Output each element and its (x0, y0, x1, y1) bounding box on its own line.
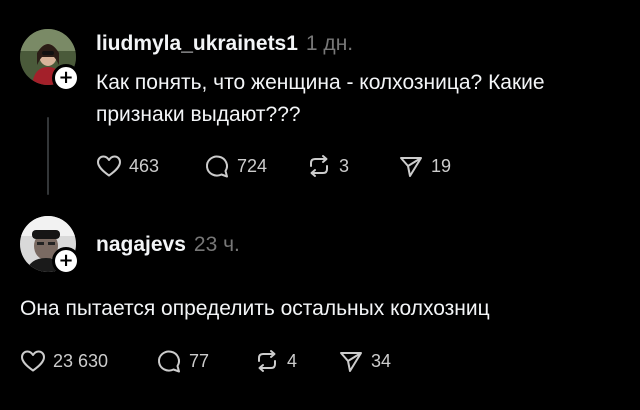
reply-count: 724 (237, 155, 268, 176)
post-2: + nagajevs 23 ч. Она пытается определить … (0, 200, 640, 410)
like-count: 23 630 (53, 350, 109, 371)
post-1: + liudmyla_ukrainets1 1 дн. Как понять, ч… (0, 0, 640, 200)
repost-icon (310, 155, 328, 177)
username-text[interactable]: nagajevs (96, 233, 186, 256)
share-button[interactable]: 34 (338, 349, 391, 373)
heart-icon (21, 350, 45, 372)
repost-button[interactable]: 4 (254, 349, 338, 373)
share-button[interactable]: 19 (398, 154, 451, 178)
post-text: Как понять, что женщина - колхозница? Ка… (96, 71, 545, 126)
post-text: Она пытается определить остальных колхоз… (20, 297, 490, 320)
follow-plus-icon[interactable]: + (52, 247, 80, 275)
share-count: 34 (371, 350, 392, 371)
repost-count: 4 (287, 350, 298, 371)
thread-line (47, 117, 49, 195)
like-button[interactable]: 23 630 (20, 349, 156, 373)
post-username[interactable]: liudmyla_ukrainets1 1 дн. (96, 32, 353, 56)
username-text[interactable]: liudmyla_ukrainets1 (96, 32, 298, 55)
reply-button[interactable]: 77 (156, 349, 254, 373)
heart-icon (97, 155, 121, 177)
post-actions: 23 630 77 4 34 (20, 346, 391, 376)
comment-icon (157, 350, 180, 373)
post-timestamp: 23 ч. (193, 233, 240, 256)
post-timestamp: 1 дн. (305, 32, 354, 55)
share-count: 19 (431, 155, 452, 176)
reply-count: 77 (189, 350, 210, 371)
repost-button[interactable]: 3 (306, 154, 398, 178)
like-count: 463 (129, 155, 160, 176)
like-button[interactable]: 463 (96, 154, 204, 178)
follow-plus-icon[interactable]: + (52, 64, 80, 92)
reply-button[interactable]: 724 (204, 154, 306, 178)
send-icon (400, 157, 422, 177)
post-actions: 463 724 3 19 (96, 151, 451, 181)
repost-icon (258, 350, 276, 372)
comment-icon (205, 155, 228, 178)
repost-count: 3 (339, 155, 350, 176)
post-username[interactable]: nagajevs 23 ч. (96, 233, 240, 257)
send-icon (340, 352, 362, 372)
